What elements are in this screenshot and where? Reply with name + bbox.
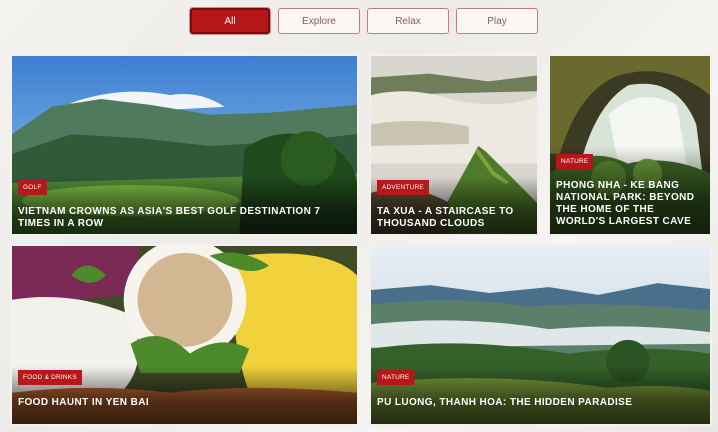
article-card-phong-nha[interactable]: NATURE PHONG NHA - KE BANG NATIONAL PARK… bbox=[548, 54, 712, 236]
filter-explore-label: Explore bbox=[302, 15, 336, 27]
category-badge: GOLF bbox=[18, 180, 47, 195]
card-title: FOOD HAUNT IN YEN BAI bbox=[18, 397, 149, 408]
article-card-yen-bai-food[interactable]: FOOD & DRINKS FOOD HAUNT IN YEN BAI bbox=[10, 244, 359, 426]
filter-relax-label: Relax bbox=[395, 15, 421, 27]
article-card-golf[interactable]: GOLF VIETNAM CROWNS AS ASIA'S BEST GOLF … bbox=[10, 54, 359, 236]
card-title: TA XUA - A STAIRCASE TO THOUSAND CLOUDS bbox=[377, 206, 514, 229]
card-gradient-overlay bbox=[371, 366, 710, 424]
filter-explore-button[interactable]: Explore bbox=[278, 8, 360, 34]
card-title: PU LUONG, THANH HOA: THE HIDDEN PARADISE bbox=[377, 397, 633, 408]
filter-play-label: Play bbox=[487, 15, 507, 27]
card-title: PHONG NHA - KE BANG NATIONAL PARK: BEYON… bbox=[556, 180, 695, 227]
article-card-ta-xua[interactable]: ADVENTURE TA XUA - A STAIRCASE TO THOUSA… bbox=[369, 54, 539, 236]
filter-play-button[interactable]: Play bbox=[456, 8, 538, 34]
category-badge: NATURE bbox=[556, 154, 594, 169]
filter-all-label: All bbox=[224, 15, 236, 27]
category-badge: ADVENTURE bbox=[377, 180, 429, 195]
card-title: VIETNAM CROWNS AS ASIA'S BEST GOLF DESTI… bbox=[18, 206, 321, 229]
article-card-pu-luong[interactable]: NATURE PU LUONG, THANH HOA: THE HIDDEN P… bbox=[369, 244, 712, 426]
filter-relax-button[interactable]: Relax bbox=[367, 8, 449, 34]
category-badge: FOOD & DRINKS bbox=[18, 370, 82, 385]
category-filter-bar: All Explore Relax Play bbox=[0, 8, 718, 36]
filter-all-button[interactable]: All bbox=[190, 8, 270, 34]
category-badge: NATURE bbox=[377, 370, 415, 385]
